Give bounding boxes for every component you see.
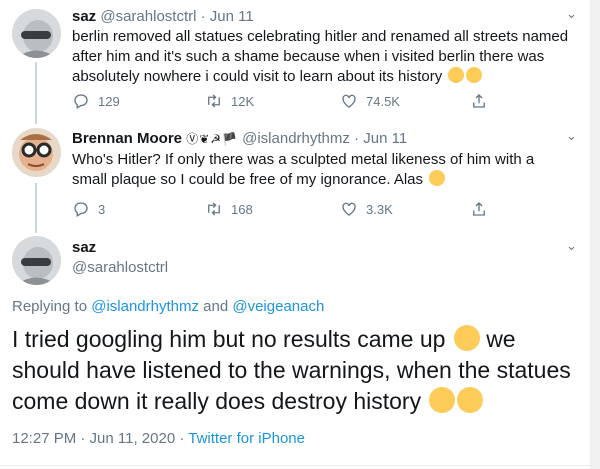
replying-and: and [203,298,229,315]
chevron-down-icon[interactable]: ⌄ [566,238,577,254]
share-icon [473,202,485,216]
reply-count: 3 [98,201,106,217]
separator: · [200,8,206,25]
steam-face-emoji [457,387,484,413]
tweet-date[interactable]: Jun 11 [210,8,254,25]
avatar[interactable] [12,9,61,58]
reply-count: 129 [98,93,120,109]
share-button[interactable] [470,92,488,110]
retweet-button[interactable]: 168 [205,200,253,218]
chevron-down-icon[interactable]: ⌄ [566,128,577,144]
author-handle[interactable]: @islandrhythmz [242,130,350,147]
like-icon [342,202,356,216]
chevron-down-icon[interactable]: ⌄ [566,6,577,22]
author-handle[interactable]: @sarahlostctrl [72,259,168,276]
retweet-icon [208,202,220,216]
share-button[interactable] [470,200,488,218]
retweet-count: 12K [231,93,255,109]
pensive-face-emoji [466,67,483,83]
replying-to: Replying to @islandrhythmz and @veigeana… [12,298,324,315]
divider [0,465,590,466]
like-count: 74.5K [366,93,400,109]
like-count: 3.3K [366,201,393,217]
author-name[interactable]: saz [72,239,96,256]
disappointed-face-emoji [429,170,446,186]
retweet-button[interactable]: 12K [205,92,254,110]
name-badges: Ⓥ❦☭🏴 [186,132,238,146]
author-name[interactable]: saz [72,8,96,25]
steam-face-emoji [429,387,456,413]
scrollbar[interactable] [590,0,600,469]
separator: · [179,430,185,447]
tweet-text: berlin removed all statues celebrating h… [72,28,569,85]
replying-prefix: Replying to [12,298,88,315]
like-icon [342,94,356,108]
main-tweet-text: I tried googling him but no results came… [12,325,571,414]
share-icon [473,94,485,108]
reply-icon [74,94,88,109]
reply-button[interactable]: 129 [72,92,120,110]
mention-link[interactable]: @veigeanach [232,298,324,315]
tweet-date[interactable]: Jun 11 [363,130,407,147]
retweet-icon [208,94,220,108]
reply-button[interactable]: 3 [72,200,105,218]
tweet-timestamp[interactable]: 12:27 PM · Jun 11, 2020 [12,430,175,447]
retweet-count: 168 [231,201,253,217]
avatar[interactable] [12,128,61,177]
tweet-meta: 12:27 PM · Jun 11, 2020 · Twitter for iP… [12,430,305,447]
separator: · [354,130,360,147]
tweet-source[interactable]: Twitter for iPhone [188,430,305,447]
avatar[interactable] [12,236,61,285]
tweet-2[interactable]: Brennan Moore Ⓥ❦☭🏴 @islandrhythmz · Jun … [0,120,590,226]
tweet-text: Who's Hitler? If only there was a sculpt… [72,151,535,188]
pensive-face-emoji [448,67,465,83]
like-button[interactable]: 74.5K [340,92,400,110]
author-handle[interactable]: @sarahlostctrl [100,8,196,25]
author-name[interactable]: Brennan Moore [72,130,182,147]
tweet-actions: 129 12K 74.5K [72,92,492,112]
like-button[interactable]: 3.3K [340,200,393,218]
reply-icon [74,202,88,217]
tweet-actions: 3 168 3.3K [72,200,492,220]
mention-link[interactable]: @islandrhythmz [91,298,199,315]
tweet-1[interactable]: saz @sarahlostctrl · Jun 11 ⌄ berlin rem… [0,0,590,120]
tired-face-emoji [453,325,480,351]
